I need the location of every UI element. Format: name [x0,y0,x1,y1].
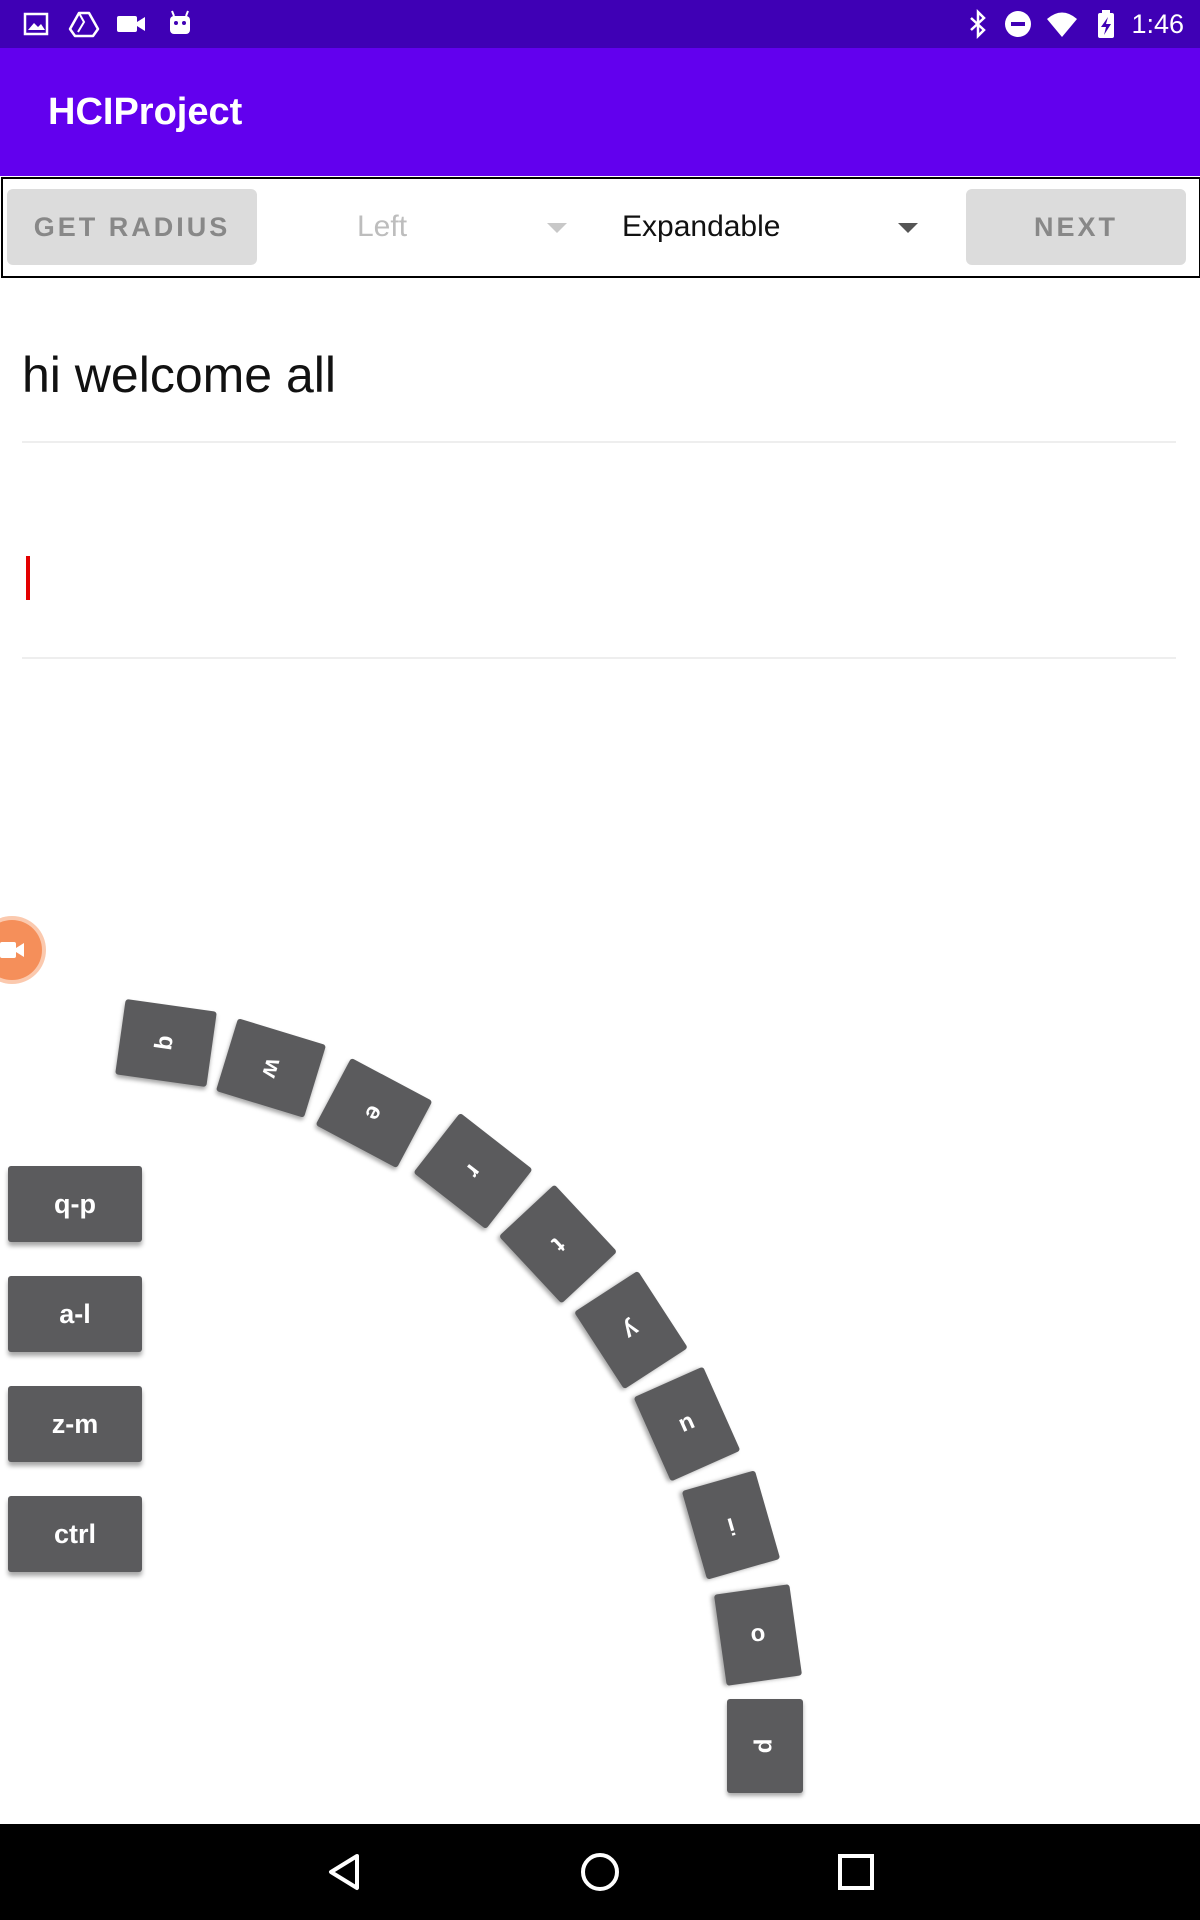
clock: 1:46 [1131,9,1184,39]
side-spinner-value: Left [357,210,408,243]
key-o[interactable]: o [713,1584,803,1686]
key-row-z-m[interactable]: z-m [8,1386,142,1462]
display-text: hi welcome all [22,347,337,403]
screen-record-button[interactable] [0,920,42,980]
controls-toolbar: GET RADIUS Left Expandable NEXT [1,177,1200,278]
key-ctrl[interactable]: ctrl [8,1496,142,1572]
text-cursor [26,556,30,600]
key-row-a-l[interactable]: a-l [8,1276,142,1352]
chevron-down-icon [547,223,567,233]
text-input-field[interactable] [22,520,1176,658]
wifi-icon [1047,12,1077,37]
key-row-q-p[interactable]: q-p [8,1166,142,1242]
battery-charging-icon [1098,10,1114,38]
key-u[interactable]: u [633,1366,741,1482]
android-icon [170,10,190,34]
divider [22,657,1176,659]
chevron-down-icon [898,223,918,233]
drive-icon [68,11,100,38]
gallery-icon [23,12,49,36]
bluetooth-icon [970,8,986,40]
side-spinner[interactable]: Left [303,189,583,265]
do-not-disturb-icon [1005,11,1031,37]
navigation-bar [0,1824,1200,1920]
key-p[interactable]: p [727,1699,803,1793]
next-button[interactable]: NEXT [966,189,1186,265]
key-t[interactable]: t [498,1184,618,1304]
back-icon[interactable] [323,1850,367,1894]
mode-spinner[interactable]: Expandable [608,189,938,265]
video-camera-icon [0,942,24,958]
recents-icon[interactable] [834,1850,878,1894]
mode-spinner-value: Expandable [622,210,781,243]
key-r[interactable]: r [413,1112,533,1230]
status-bar: 1:46 [0,0,1200,48]
app-title: HCIProject [48,91,243,133]
divider [22,441,1176,443]
home-icon[interactable] [578,1850,622,1894]
video-icon [117,16,145,32]
key-q[interactable]: q [115,998,217,1088]
get-radius-button[interactable]: GET RADIUS [7,189,257,265]
key-i[interactable]: i [681,1470,781,1580]
app-bar: HCIProject [0,48,1200,176]
key-w[interactable]: w [215,1018,327,1118]
key-e[interactable]: e [315,1057,433,1169]
key-y[interactable]: y [574,1270,688,1390]
